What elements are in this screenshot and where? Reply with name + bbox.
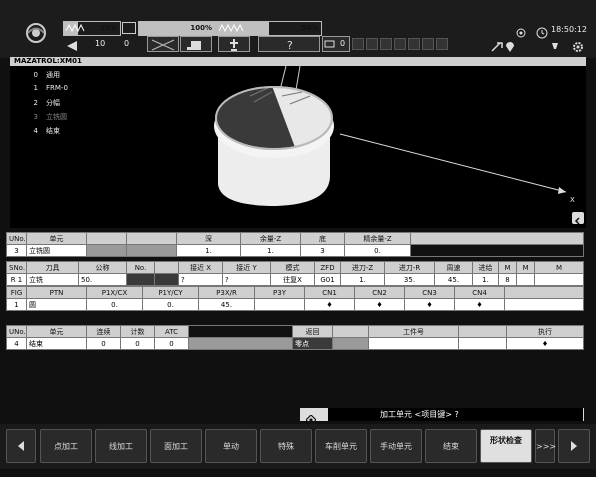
- lamp-icon[interactable]: [550, 38, 560, 57]
- tool-table-header: SNo. 刀具 公称 No. 接近 X 接近 Y 模式 ZFD 进刀-Z 进刀-…: [6, 261, 584, 274]
- unit-table-header: UNo. 单元 深 余量-Z 底 精余量-Z: [6, 232, 584, 245]
- tool-table-row[interactable]: R 1 立铣 50. ? ? 往复X G01 1. 35. 45. 1. 8: [6, 273, 584, 286]
- spindle-load-pct: 25%: [100, 24, 117, 32]
- fkey-prev-button[interactable]: [6, 429, 36, 463]
- counter-a: 10: [95, 39, 106, 48]
- message-bar: 加工单元 <项目键> ?: [300, 408, 584, 426]
- spindle-load-gauge: 25%: [63, 21, 121, 36]
- workpiece-icon: [180, 36, 212, 52]
- tools-icon[interactable]: [490, 38, 504, 57]
- function-key-bar: 点加工 线加工 面加工 单动 特殊 车削单元 手动单元 结束 形状检查 >>>: [0, 424, 596, 469]
- battery-icon: [122, 22, 136, 34]
- network-icon: [515, 24, 527, 43]
- indicator-light-3: [380, 38, 392, 50]
- end-table-header: UNo. 单元 连续 计数 ATC 返回 工件号 执行: [6, 325, 584, 338]
- svg-text:?: ?: [287, 39, 293, 52]
- message-text: 加工单元 <项目键> ?: [380, 410, 459, 419]
- indicator-light-6: [422, 38, 434, 50]
- program-title: MAZATROL:XM01: [10, 57, 586, 66]
- fkey-shape-check[interactable]: 形状检查: [480, 429, 532, 463]
- tool-change-icon: [147, 36, 179, 52]
- spindle-icon: [218, 36, 250, 52]
- shape-table-row[interactable]: 1 圆 0. 0. 45. ♦ ♦ ♦ ♦: [6, 298, 584, 311]
- indicator-light-4: [394, 38, 406, 50]
- fkey-manual-unit[interactable]: 手动单元: [370, 429, 422, 463]
- shape-table: FIG PTN P1X/CX P1Y/CY P3X/R P3Y CN1 CN2 …: [6, 286, 584, 311]
- fkey-next-button[interactable]: [558, 429, 590, 463]
- fkey-line-machining[interactable]: 线加工: [95, 429, 147, 463]
- play-left-icon[interactable]: [66, 37, 78, 56]
- clock-icon: [536, 24, 548, 43]
- key-counter: 0: [322, 36, 350, 52]
- x-axis-label: X: [570, 196, 575, 204]
- fkey-special[interactable]: 特殊: [260, 429, 312, 463]
- workpiece-cylinder: X: [214, 66, 575, 206]
- rapid-override-pct: 50%: [301, 24, 318, 32]
- status-bar: 25% 100% 50% 10 0 ? 0 18:50:12: [0, 0, 596, 58]
- unit-table: UNo. 单元 深 余量-Z 底 精余量-Z 3 立铣圆 1. 1. 3 0.: [6, 232, 584, 257]
- rapid-override-gauge: 50%: [216, 21, 322, 36]
- indicator-light-7: [436, 38, 448, 50]
- end-table-row[interactable]: 4 结束 0 0 0 零点 ♦: [6, 337, 584, 350]
- indicator-light-1: [352, 38, 364, 50]
- fkey-face-machining[interactable]: 面加工: [150, 429, 202, 463]
- location-icon[interactable]: [505, 38, 515, 57]
- fkey-end[interactable]: 结束: [425, 429, 477, 463]
- unit-table-row[interactable]: 3 立铣圆 1. 1. 3 0.: [6, 244, 584, 257]
- indicator-light-5: [408, 38, 420, 50]
- feed-override-gauge: 100%: [138, 21, 216, 36]
- help-button[interactable]: ?: [258, 36, 320, 52]
- counter-b: 0: [124, 39, 130, 48]
- view-toggle-button[interactable]: [572, 212, 584, 225]
- indicator-light-2: [366, 38, 378, 50]
- clock-time: 18:50:12: [551, 25, 587, 34]
- fkey-manual[interactable]: 单动: [205, 429, 257, 463]
- feed-override-pct: 100%: [190, 24, 212, 32]
- fkey-point-machining[interactable]: 点加工: [40, 429, 92, 463]
- 3d-view[interactable]: 0 通用 1 FRM-0 2 分幅 3 立铣圆 4 结束 X: [10, 66, 586, 228]
- machine-logo-icon: [25, 22, 47, 44]
- fkey-turning-unit[interactable]: 车削单元: [315, 429, 367, 463]
- tool-table: SNo. 刀具 公称 No. 接近 X 接近 Y 模式 ZFD 进刀-Z 进刀-…: [6, 261, 584, 286]
- fkey-more[interactable]: >>>: [535, 429, 556, 463]
- shape-table-header: FIG PTN P1X/CX P1Y/CY P3X/R P3Y CN1 CN2 …: [6, 286, 584, 299]
- end-table: UNo. 单元 连续 计数 ATC 返回 工件号 执行 4 结束 0 0 0 零…: [6, 325, 584, 350]
- gear-icon[interactable]: [572, 38, 584, 57]
